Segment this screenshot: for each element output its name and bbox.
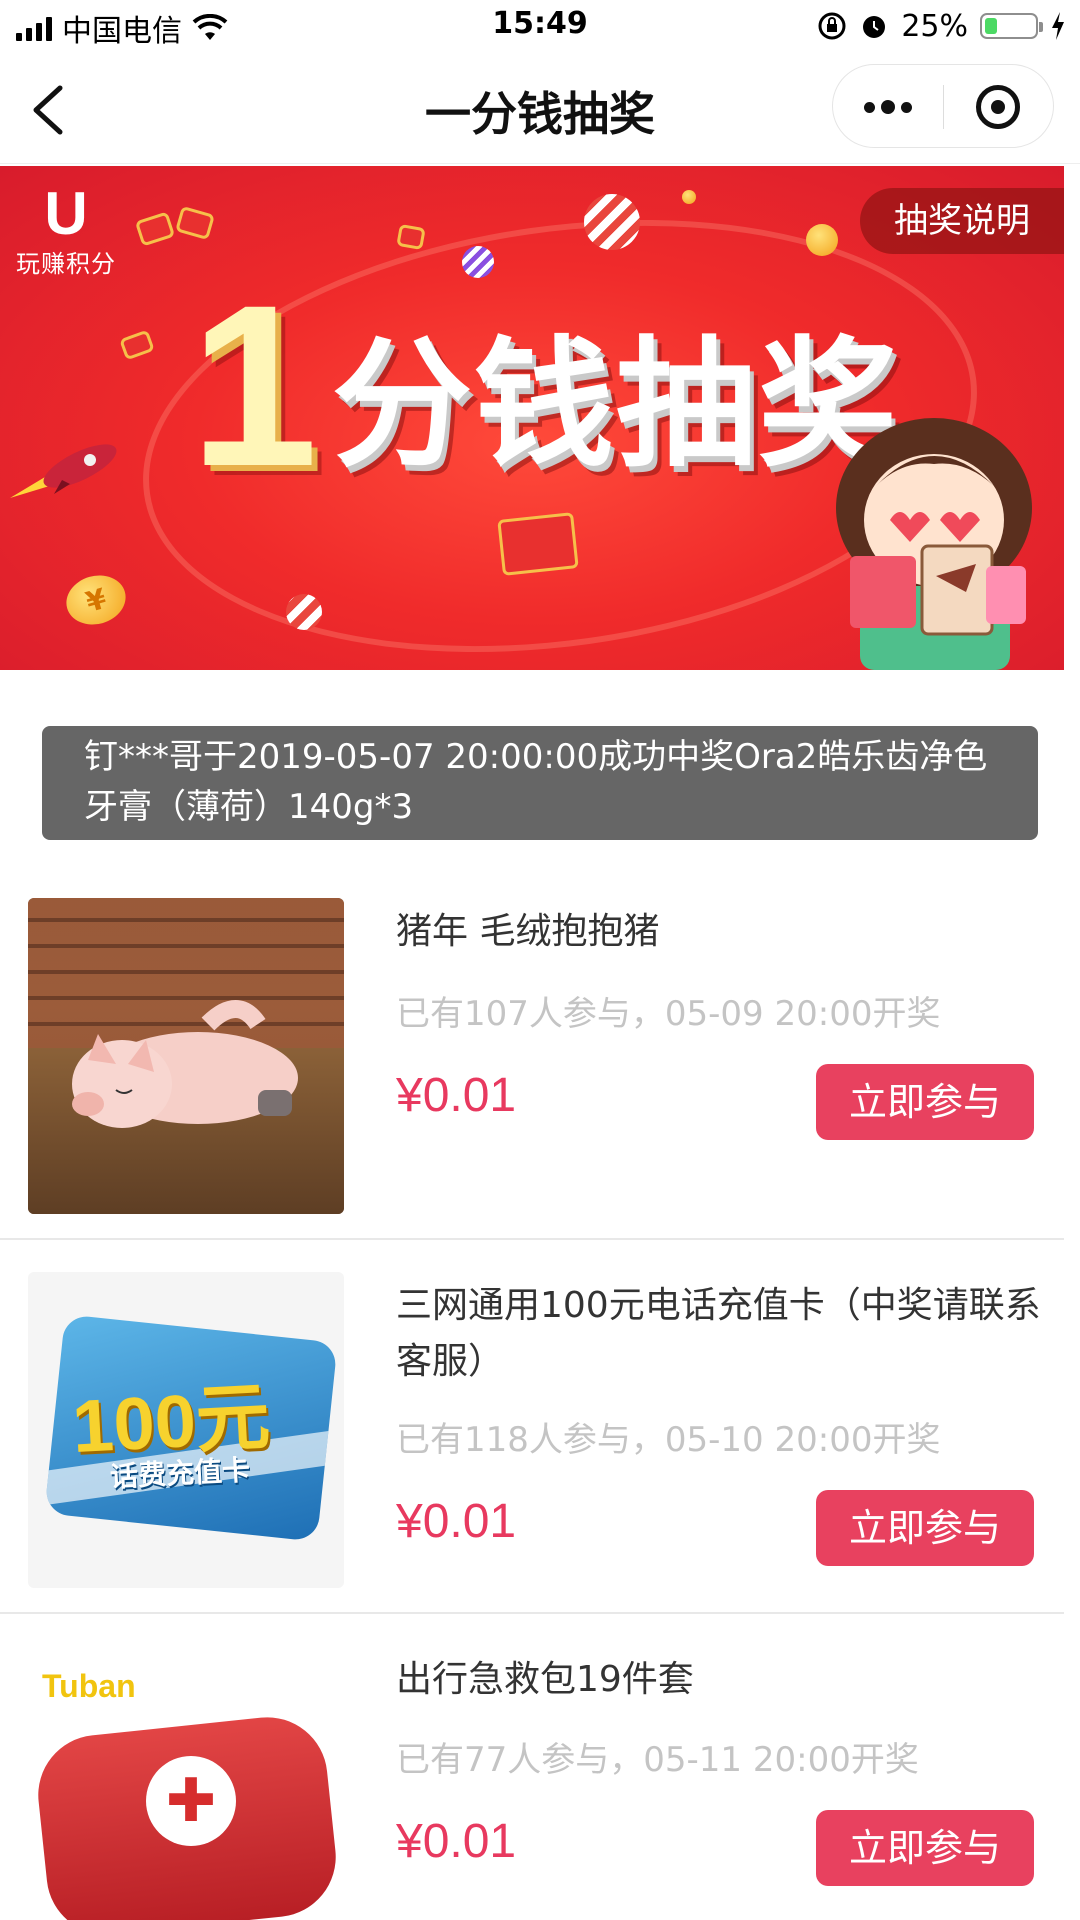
miniprogram-capsule — [832, 64, 1054, 148]
red-envelope-decoration — [175, 205, 215, 241]
product-item[interactable]: 100元 话费充值卡 三网通用100元电话充值卡（中奖请联系客服） 已有118人… — [0, 1242, 1064, 1614]
battery-icon — [980, 13, 1043, 39]
striped-ball-decoration — [584, 194, 640, 250]
red-envelope-decoration — [396, 223, 426, 251]
product-price: ¥0.01 — [396, 1069, 517, 1122]
product-image[interactable]: Tuban ✚ — [28, 1646, 344, 1920]
banner-headline: 1 分钱抽奖 — [190, 257, 900, 514]
battery-percent: 25% — [901, 8, 968, 44]
product-title[interactable]: 出行急救包19件套 — [396, 1652, 1046, 1708]
rocket-icon — [10, 444, 117, 498]
product-item[interactable]: 猪年 毛绒抱抱猪 已有107人参与，05-09 20:00开奖 ¥0.01 立即… — [0, 868, 1064, 1240]
coin-decoration: ¥ — [60, 568, 132, 632]
logo-u-icon: U — [44, 180, 88, 247]
close-miniprogram-button[interactable] — [943, 65, 1053, 149]
cartoon-girl-illustration — [836, 418, 1032, 670]
coin-decoration — [806, 224, 838, 256]
join-now-button[interactable]: 立即参与 — [816, 1064, 1034, 1140]
product-price: ¥0.01 — [396, 1815, 517, 1868]
charging-icon — [1052, 12, 1064, 40]
red-envelope-decoration — [134, 211, 176, 247]
winner-ticker: 钉***哥于2019-05-07 20:00:00成功中奖Ora2皓乐齿净色牙膏… — [42, 726, 1038, 840]
plush-pig-image — [72, 1000, 298, 1128]
product-title[interactable]: 三网通用100元电话充值卡（中奖请联系客服） — [396, 1278, 1046, 1390]
join-now-button[interactable]: 立即参与 — [816, 1490, 1034, 1566]
headline-number: 1 — [190, 257, 318, 514]
lottery-rules-button[interactable]: 抽奖说明 — [860, 188, 1064, 254]
target-icon — [976, 85, 1020, 129]
participation-info: 已有77人参与，05-11 20:00开奖 — [396, 1740, 919, 1780]
logo-text: 玩赚积分 — [16, 250, 116, 278]
striped-ball-decoration — [286, 594, 322, 630]
brand-logo-text: Tuban — [42, 1668, 136, 1704]
banner-logo: U 玩赚积分 — [16, 180, 116, 279]
more-dot — [881, 100, 895, 114]
product-item[interactable]: Tuban ✚ 出行急救包19件套 已有77人参与，05-11 20:00开奖 … — [0, 1616, 1064, 1920]
product-price: ¥0.01 — [396, 1495, 517, 1548]
red-envelope-decoration — [119, 329, 155, 361]
status-right: 25% — [817, 6, 1066, 46]
product-image[interactable] — [28, 898, 344, 1214]
rotation-lock-icon — [818, 12, 846, 40]
product-title[interactable]: 猪年 毛绒抱抱猪 — [396, 904, 1046, 960]
medical-cross-icon: ✚ — [146, 1756, 236, 1846]
headline-text: 分钱抽奖 — [331, 324, 900, 487]
join-now-button[interactable]: 立即参与 — [816, 1810, 1034, 1886]
more-dot — [864, 101, 875, 113]
card-label-text: 话费充值卡 — [109, 1453, 251, 1494]
more-button[interactable] — [833, 65, 943, 149]
more-dot — [901, 101, 912, 113]
product-image[interactable]: 100元 话费充值卡 — [28, 1272, 344, 1588]
alarm-icon — [863, 16, 886, 38]
coin-decoration — [682, 190, 696, 204]
status-bar: 中国电信 15:49 25% — [0, 0, 1080, 54]
lottery-banner: U 玩赚积分 ¥ 1 分钱抽奖 抽奖说明 — [0, 166, 1064, 670]
red-envelope-decoration — [497, 512, 579, 576]
nav-bar: 一分钱抽奖 — [0, 54, 1080, 164]
striped-ball-decoration — [462, 246, 494, 278]
participation-info: 已有107人参与，05-09 20:00开奖 — [396, 994, 941, 1034]
participation-info: 已有118人参与，05-10 20:00开奖 — [396, 1420, 941, 1460]
